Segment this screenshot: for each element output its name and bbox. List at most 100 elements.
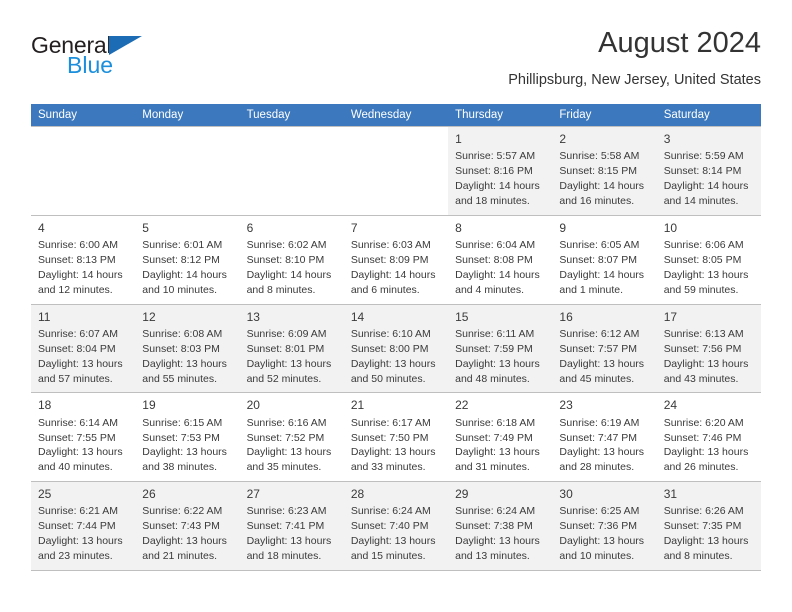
calendar-day-cell[interactable]: 27 Sunrise: 6:23 AM Sunset: 7:41 PM Dayligh… [239,481,344,572]
calendar-day-cell[interactable]: 13 Sunrise: 6:09 AM Sunset: 8:01 PM Dayligh… [239,303,344,394]
day-sun-info: Sunrise: 6:13 AM Sunset: 7:56 PM Daylight:… [664,327,755,387]
daylight-text-line1: Daylight: 13 hours [38,446,123,459]
calendar-day-cell[interactable]: 29 Sunrise: 6:24 AM Sunset: 7:38 PM Dayligh… [448,481,553,572]
daylight-text-line2: and 26 minutes. [663,461,739,474]
daylight-text-line2: and 18 minutes. [246,550,322,563]
daylight-text-line1: Daylight: 13 hours [246,446,332,459]
sunset-text: Sunset: 7:35 PM [663,520,742,533]
daylight-text-line2: and 8 minutes. [663,550,733,563]
sunrise-text: Sunrise: 6:07 AM [38,327,118,340]
sunrise-text: Sunrise: 5:58 AM [559,150,640,163]
calendar-day-cell[interactable]: 22 Sunrise: 6:18 AM Sunset: 7:49 PM Dayligh… [448,392,553,483]
day-sun-info: Sunrise: 6:10 AM Sunset: 8:00 PM Daylight:… [351,327,442,387]
calendar-day-cell[interactable]: 16 Sunrise: 6:12 AM Sunset: 7:57 PM Dayligh… [552,303,657,394]
sunset-text: Sunset: 7:46 PM [663,431,742,444]
daylight-text-line1: Daylight: 13 hours [350,357,436,370]
sunrise-text: Sunrise: 6:04 AM [455,239,536,251]
day-number: 13 [246,309,260,324]
calendar-day-cell[interactable]: 12 Sunrise: 6:08 AM Sunset: 8:03 PM Dayligh… [135,303,240,394]
calendar-day-cell[interactable]: 5 Sunrise: 6:01 AM Sunset: 8:12 PM Daylight… [135,214,240,305]
calendar-day-cell[interactable]: 26 Sunrise: 6:22 AM Sunset: 7:43 PM Dayligh… [135,481,240,572]
calendar-header-row: Sunday Monday Tuesday Wednesday Thursday… [31,104,761,127]
daylight-text-line2: and 35 minutes. [246,461,322,474]
sunset-text: Sunset: 8:03 PM [142,342,220,355]
calendar-day-cell[interactable]: 6 Sunrise: 6:02 AM Sunset: 8:10 PM Daylight… [239,214,344,305]
day-number: 6 [246,220,254,235]
daylight-text-line1: Daylight: 14 hours [559,180,645,192]
sunset-text: Sunset: 7:44 PM [38,520,116,533]
title-block: August 2024 Phillipsburg, New Jersey, Un… [508,26,761,88]
sunrise-text: Sunrise: 6:03 AM [350,239,431,251]
day-sun-info: Sunrise: 6:07 AM Sunset: 8:04 PM Daylight:… [38,327,129,387]
sunset-text: Sunset: 7:53 PM [142,431,220,444]
calendar-day-cell[interactable]: 4 Sunrise: 6:00 AM Sunset: 8:13 PM Daylight… [31,214,136,305]
daylight-text-line1: Daylight: 14 hours [663,180,749,192]
day-sun-info: Sunrise: 6:24 AM Sunset: 7:38 PM Daylight:… [455,504,546,564]
calendar-day-cell[interactable]: 15 Sunrise: 6:11 AM Sunset: 7:59 PM Dayligh… [448,303,553,394]
calendar-day-cell[interactable]: 7 Sunrise: 6:03 AM Sunset: 8:09 PM Daylight… [343,214,449,305]
day-number: 1 [455,132,462,146]
calendar-day-cell[interactable]: 23 Sunrise: 6:19 AM Sunset: 7:47 PM Dayligh… [552,392,657,483]
day-sun-info: Sunrise: 6:04 AM Sunset: 8:08 PM Daylight:… [455,238,546,298]
sunrise-text: Sunrise: 6:05 AM [559,239,640,251]
daylight-text-line2: and 12 minutes. [38,283,113,296]
daylight-text-line2: and 55 minutes. [142,372,217,385]
calendar-day-cell[interactable]: 28 Sunrise: 6:24 AM Sunset: 7:40 PM Dayligh… [343,481,449,572]
calendar-week-row: 25 Sunrise: 6:21 AM Sunset: 7:44 PM Dayligh… [31,481,761,572]
calendar-day-cell[interactable]: 19 Sunrise: 6:15 AM Sunset: 7:53 PM Dayligh… [135,392,240,483]
calendar-day-cell[interactable]: 2 Sunrise: 5:58 AM Sunset: 8:15 PM Daylight… [552,126,657,216]
day-number: 31 [663,487,678,502]
daylight-text-line2: and 6 minutes. [350,283,420,296]
day-number: 26 [142,487,156,502]
daylight-text-line2: and 28 minutes. [559,461,635,474]
day-number: 27 [246,487,260,502]
calendar-day-cell[interactable]: 18 Sunrise: 6:14 AM Sunset: 7:55 PM Dayligh… [31,392,136,483]
calendar-day-cell[interactable]: 17 Sunrise: 6:13 AM Sunset: 7:56 PM Dayligh… [656,303,761,394]
daylight-text-line1: Daylight: 13 hours [142,535,227,548]
day-sun-info: Sunrise: 5:58 AM Sunset: 8:15 PM Daylight:… [559,149,650,209]
sunset-text: Sunset: 8:01 PM [246,342,325,355]
calendar-cell-empty [31,126,136,216]
calendar-day-cell[interactable]: 24 Sunrise: 6:20 AM Sunset: 7:46 PM Dayligh… [656,392,761,483]
calendar-day-cell[interactable]: 3 Sunrise: 5:59 AM Sunset: 8:14 PM Daylight… [656,126,761,216]
daylight-text-line1: Daylight: 13 hours [38,357,123,370]
daylight-text-line1: Daylight: 14 hours [246,268,332,281]
calendar-day-cell[interactable]: 14 Sunrise: 6:10 AM Sunset: 8:00 PM Dayligh… [343,303,449,394]
daylight-text-line2: and 38 minutes. [142,461,217,474]
sunrise-text: Sunrise: 6:19 AM [559,416,640,429]
daylight-text-line1: Daylight: 13 hours [455,535,540,548]
day-sun-info: Sunrise: 6:08 AM Sunset: 8:03 PM Daylight:… [142,327,233,387]
daylight-text-line2: and 15 minutes. [350,550,426,563]
sunset-text: Sunset: 8:07 PM [559,253,638,266]
calendar-week-row: 1 Sunrise: 5:57 AM Sunset: 8:16 PM Daylight… [31,126,761,216]
weekday-header-monday: Monday [135,104,240,127]
daylight-text-line1: Daylight: 13 hours [663,268,749,281]
day-sun-info: Sunrise: 6:17 AM Sunset: 7:50 PM Daylight:… [351,416,442,476]
calendar-day-cell[interactable]: 25 Sunrise: 6:21 AM Sunset: 7:44 PM Dayligh… [31,481,136,572]
day-number: 23 [559,398,573,413]
daylight-text-line1: Daylight: 14 hours [38,268,123,281]
calendar-day-cell[interactable]: 11 Sunrise: 6:07 AM Sunset: 8:04 PM Dayligh… [31,303,136,394]
general-blue-logo[interactable]: General Blue [31,26,143,77]
calendar-day-cell[interactable]: 30 Sunrise: 6:25 AM Sunset: 7:36 PM Dayligh… [552,481,657,572]
sunrise-text: Sunrise: 6:20 AM [663,416,744,429]
daylight-text-line1: Daylight: 13 hours [38,535,123,548]
calendar-cell-empty [135,126,240,216]
calendar-day-cell[interactable]: 1 Sunrise: 5:57 AM Sunset: 8:16 PM Daylight… [448,126,553,216]
day-number: 25 [38,487,52,502]
calendar-day-cell[interactable]: 21 Sunrise: 6:17 AM Sunset: 7:50 PM Dayligh… [343,392,449,483]
daylight-text-line2: and 1 minute. [559,283,624,296]
day-sun-info: Sunrise: 6:18 AM Sunset: 7:49 PM Daylight:… [455,416,546,476]
daylight-text-line2: and 16 minutes. [559,194,635,207]
daylight-text-line2: and 13 minutes. [455,550,530,563]
day-sun-info: Sunrise: 6:20 AM Sunset: 7:46 PM Daylight:… [664,416,755,476]
calendar-day-cell[interactable]: 9 Sunrise: 6:05 AM Sunset: 8:07 PM Daylight… [552,214,657,305]
calendar-day-cell[interactable]: 31 Sunrise: 6:26 AM Sunset: 7:35 PM Dayligh… [656,481,761,572]
page-header: General Blue August 2024 Phillipsburg, N… [0,0,792,104]
calendar-day-cell[interactable]: 10 Sunrise: 6:06 AM Sunset: 8:05 PM Dayligh… [656,214,761,305]
calendar-day-cell[interactable]: 20 Sunrise: 6:16 AM Sunset: 7:52 PM Dayligh… [239,392,344,483]
day-number: 7 [350,220,358,235]
sunset-text: Sunset: 7:47 PM [559,431,638,444]
daylight-text-line2: and 33 minutes. [350,461,426,474]
calendar-day-cell[interactable]: 8 Sunrise: 6:04 AM Sunset: 8:08 PM Daylight… [448,214,553,305]
